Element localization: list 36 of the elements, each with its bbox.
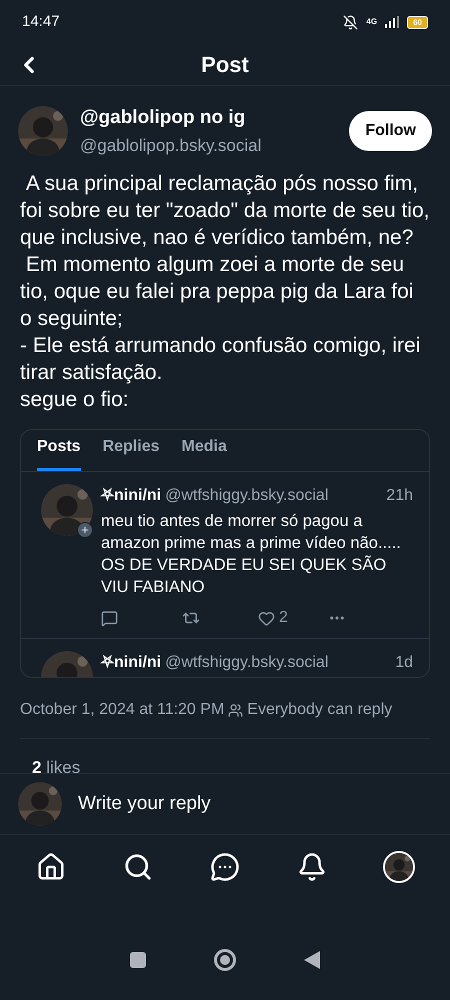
reply-author-handle[interactable]: @wtfshiggy.bsky.social [165,484,382,508]
follow-button[interactable]: Follow [349,111,432,151]
signal-icon [385,16,400,28]
reply-time: 21h [386,486,413,506]
people-icon [228,702,244,718]
bell-off-icon [343,14,358,30]
reply-time: 1d [395,653,413,673]
network-label: 4G [366,16,378,28]
tab[interactable]: Media [182,430,227,471]
page-title: Post [201,51,249,79]
post-text: A sua principal reclamação pós nosso fim, foi sobre eu ter "zoado" da morte de seu tio, que inclusive, nao é verídico também, ne? Em momento algum zoei a morte de seu tio, oque eu falei pra peppa pig da Lara foi o seguinte; - Ele está arrumando confusão comigo, irei tirar satisfação. segue o fio: [19,171,430,413]
likes-count[interactable]: 2 likes [32,758,80,777]
reply-author-handle[interactable]: @wtfshiggy.bsky.social [165,651,392,675]
like-icon[interactable] [258,610,275,626]
battery-indicator: 60 [407,16,428,28]
post-timestamp: October 1, 2024 at 11:20 PM [20,700,224,720]
reply-author-name[interactable]: ⛧nini/ni [101,651,162,675]
tab[interactable]: Replies [102,430,160,471]
search-icon[interactable] [123,852,154,882]
reply-author-name[interactable]: ⛧nini/ni [101,484,162,508]
recents-button[interactable] [130,952,146,968]
chat-icon[interactable] [210,852,240,882]
home-button[interactable] [214,949,236,971]
reply-text: meu tio antes de morrer só pagou a amazon prime mas a prime vídeo não..... OS DE VERDADE EU SEI QUEK SÃO VIU FABIANO [101,511,402,598]
tab[interactable]: Posts [37,430,81,471]
home-icon[interactable] [36,852,66,882]
reply-field[interactable]: Write your reply [78,790,432,818]
like-count: 2 [279,608,288,628]
author-name[interactable]: @gablolipop no ig [80,104,338,132]
reply-setting[interactable]: Everybody can reply [247,698,392,722]
back-button[interactable] [304,951,320,969]
author-handle[interactable]: @gablolipop.bsky.social [80,132,338,158]
status-time: 14:47 [22,12,60,32]
bell-icon[interactable] [296,852,327,882]
follow-badge-icon[interactable] [77,522,93,538]
comment-icon[interactable] [101,610,118,626]
